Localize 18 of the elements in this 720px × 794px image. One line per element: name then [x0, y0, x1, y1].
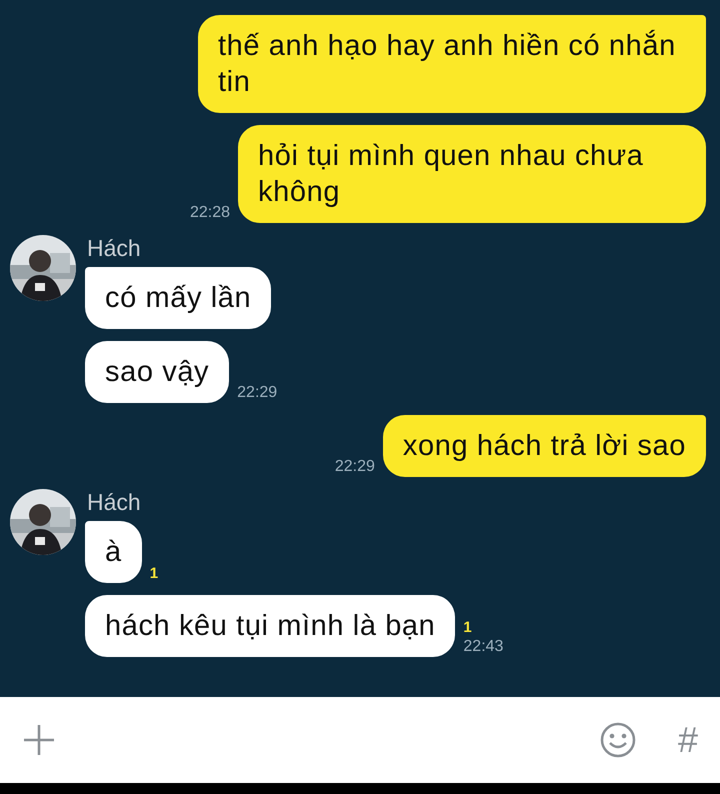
sender-name: Hách — [87, 489, 142, 515]
timestamp: 22:28 — [190, 203, 230, 223]
message-bubble: có mấy lần — [85, 267, 272, 329]
message-bubble: thế anh hạo hay anh hiền có nhắn tin — [198, 15, 706, 113]
message-bubble: à — [85, 521, 142, 583]
message-bubble: hỏi tụi mình quen nhau chưa không — [238, 125, 706, 223]
message-bubble: sao vậy — [85, 341, 230, 403]
timestamp: 22:29 — [334, 457, 375, 477]
unread-count: 1 — [150, 565, 158, 583]
unread-count: 1 — [463, 619, 472, 637]
hashtag-button[interactable]: # — [678, 720, 698, 760]
message-bubble: xong hách trả lời sao — [382, 415, 706, 477]
timestamp: 22:29 — [237, 383, 278, 403]
message-bubble: hách kêu tụi mình là bạn — [85, 595, 456, 657]
emoji-icon[interactable] — [600, 722, 636, 758]
sender-name: Hách — [87, 235, 142, 261]
timestamp: 22:43 — [463, 637, 504, 657]
plus-icon[interactable] — [22, 723, 56, 757]
